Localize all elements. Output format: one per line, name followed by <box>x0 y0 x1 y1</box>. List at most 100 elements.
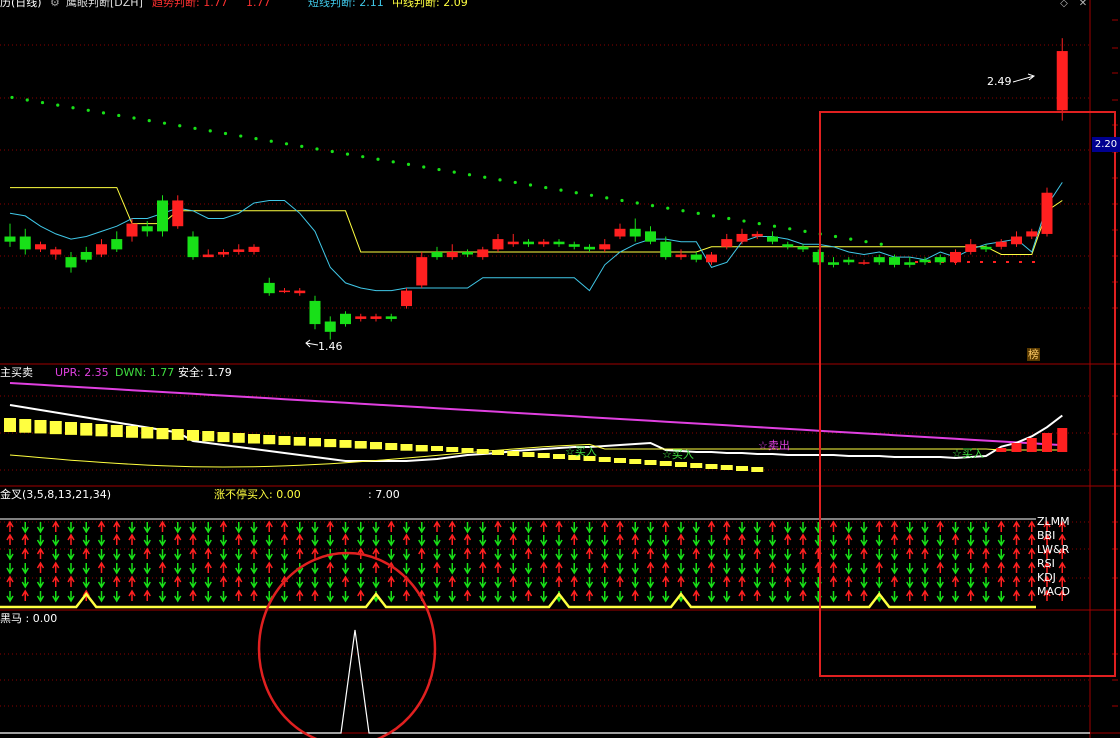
up-arrow <box>387 520 395 532</box>
volume-bar <box>629 459 642 464</box>
panel3-title: 金叉(3,5,8,13,21,34) <box>0 488 112 501</box>
up-arrow <box>113 575 121 587</box>
buy-signal: ☆买入 <box>565 445 597 458</box>
indicator-name[interactable]: 鹰眼判断[DZH] <box>66 0 143 9</box>
down-arrow <box>21 577 29 589</box>
down-arrow <box>524 522 533 534</box>
down-arrow <box>890 563 899 575</box>
up-arrow <box>296 533 304 545</box>
stop-dot <box>1019 261 1022 263</box>
down-arrow <box>540 591 548 603</box>
down-arrow <box>631 522 639 534</box>
trend-dot <box>605 196 609 200</box>
down-arrow <box>906 522 914 534</box>
down-arrow <box>570 549 578 561</box>
up-arrow <box>494 520 502 532</box>
candle-body <box>507 241 519 245</box>
down-arrow <box>204 577 212 589</box>
up-arrow <box>36 561 45 573</box>
down-arrow <box>357 535 365 547</box>
candle-body <box>462 251 473 255</box>
collapse-icon[interactable]: ◇ <box>1057 0 1071 10</box>
trend-dot <box>330 149 334 154</box>
candle-body <box>980 246 992 250</box>
down-arrow <box>692 563 700 575</box>
down-arrow <box>692 577 700 589</box>
down-arrow <box>906 563 914 575</box>
up-arrow <box>128 589 136 601</box>
volume-bar <box>476 449 489 454</box>
up-arrow <box>875 561 883 573</box>
trend-dot <box>223 131 228 136</box>
trend-dot <box>696 211 700 215</box>
down-arrow <box>860 563 868 575</box>
down-arrow <box>936 577 944 589</box>
trend-dot <box>361 155 365 159</box>
price-axis-value: 2.20 <box>1092 137 1120 152</box>
down-arrow <box>616 563 624 575</box>
volume-bar <box>598 457 611 462</box>
candle-body <box>446 251 458 258</box>
down-arrow <box>692 522 700 534</box>
up-arrow <box>799 589 807 601</box>
down-arrow <box>692 535 700 547</box>
down-arrow <box>829 535 838 547</box>
volume-bar <box>19 419 32 433</box>
volume-bar <box>293 437 306 446</box>
down-arrow <box>616 549 624 561</box>
candle-body <box>645 231 656 242</box>
up-arrow <box>784 533 792 545</box>
candle-body <box>65 257 77 268</box>
down-arrow <box>951 522 960 534</box>
main-price-panel <box>4 38 1068 348</box>
down-arrow <box>113 591 121 603</box>
candle-body <box>324 321 336 332</box>
candle-body <box>202 254 214 258</box>
up-arrow <box>433 561 441 573</box>
down-arrow <box>875 577 883 589</box>
volume-bar <box>339 440 352 448</box>
down-arrow <box>585 577 594 589</box>
up-arrow <box>1028 575 1036 587</box>
down-arrow <box>402 563 411 575</box>
up-arrow <box>494 561 502 573</box>
candle-body <box>873 257 885 263</box>
candle-body <box>995 241 1007 247</box>
close-icon[interactable]: ✕ <box>1076 0 1090 10</box>
trend-dot <box>56 103 60 107</box>
dwn-line <box>9 443 1063 468</box>
down-arrow <box>601 549 609 561</box>
down-arrow <box>890 549 899 561</box>
up-arrow <box>479 547 487 559</box>
down-arrow <box>860 577 868 589</box>
up-arrow <box>6 533 14 545</box>
up-arrow <box>1012 575 1021 587</box>
up-arrow <box>997 520 1005 532</box>
up-arrow <box>52 575 60 587</box>
up-arrow <box>235 533 243 545</box>
up-arrow <box>463 589 472 601</box>
down-arrow <box>357 563 365 575</box>
up-arrow <box>631 547 639 559</box>
down-arrow <box>311 563 319 575</box>
down-arrow <box>52 549 60 561</box>
dark-horse-line <box>0 629 1090 734</box>
stop-dot <box>993 261 996 263</box>
candle-body <box>599 244 611 250</box>
buy-sell-panel <box>4 382 1068 472</box>
volume-bar <box>232 433 245 443</box>
trend-dot <box>40 100 45 105</box>
down-arrow <box>585 535 594 547</box>
up-arrow <box>601 561 609 573</box>
down-arrow <box>463 563 472 575</box>
volume-bar <box>522 452 535 457</box>
down-arrow <box>921 563 929 575</box>
volume-bar <box>507 451 520 456</box>
down-arrow <box>97 591 106 603</box>
up-arrow <box>341 533 350 545</box>
candle-body <box>157 200 168 232</box>
up-arrow <box>936 561 944 573</box>
rank-badge[interactable]: 榜 <box>1027 348 1040 361</box>
short-judgement: 短线判断: 2.11 <box>308 0 384 9</box>
settings-icon[interactable]: ⚙ <box>50 0 60 9</box>
